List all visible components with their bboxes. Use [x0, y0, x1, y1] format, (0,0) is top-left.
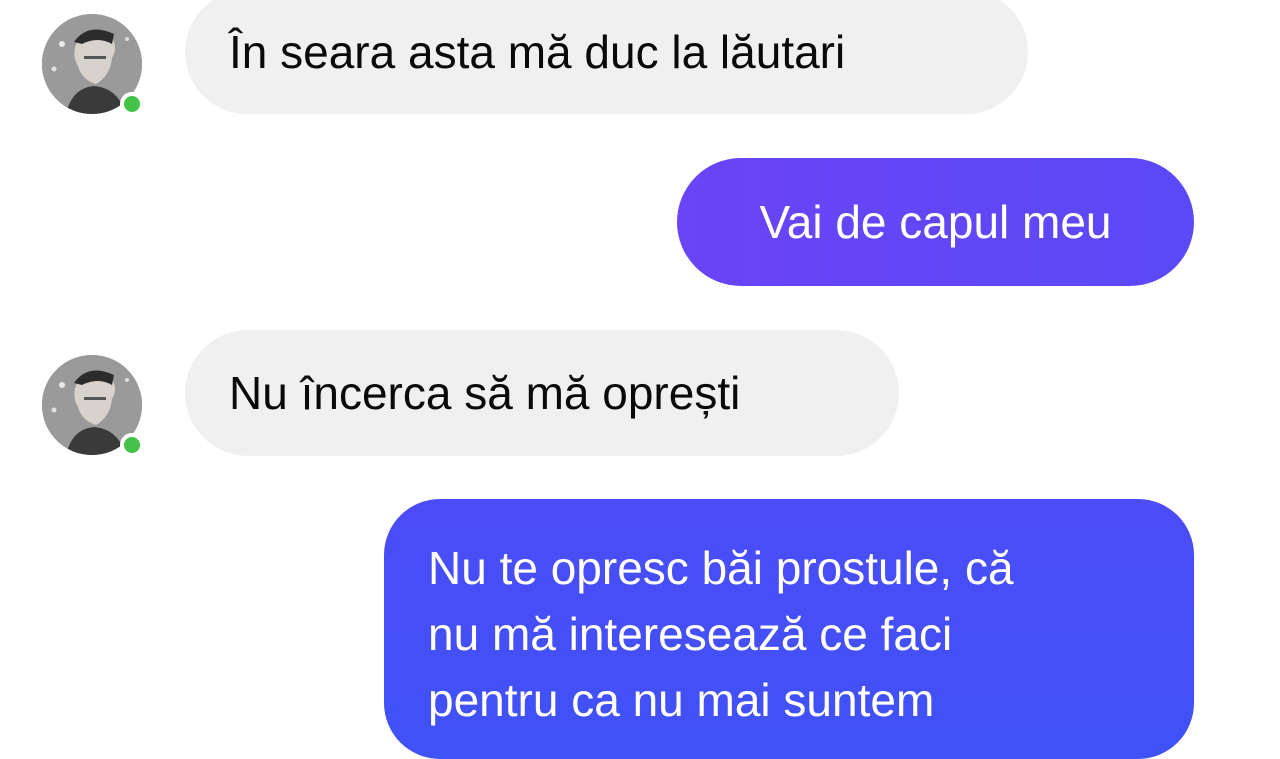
message-bubble-outgoing[interactable]: Vai de capul meu	[677, 158, 1194, 286]
message-bubble-incoming[interactable]: În seara asta mă duc la lăutari	[185, 0, 1028, 114]
message-bubble-outgoing[interactable]: Nu te opresc băi prostule, că nu mă inte…	[384, 499, 1194, 759]
contact-avatar[interactable]	[42, 355, 144, 457]
contact-avatar[interactable]	[42, 14, 144, 116]
message-bubble-incoming[interactable]: Nu încerca să mă oprești	[185, 330, 899, 456]
message-text: Vai de capul meu	[759, 196, 1112, 248]
online-status-indicator	[120, 433, 144, 457]
message-text: Nu încerca să mă oprești	[229, 367, 741, 419]
online-status-indicator	[120, 92, 144, 116]
message-text-line: pentru ca nu mai suntem	[428, 674, 935, 726]
message-text-line: Nu te opresc băi prostule, că	[428, 542, 1014, 594]
message-text-line: nu mă interesează ce faci	[428, 608, 953, 660]
message-text: În seara asta mă duc la lăutari	[229, 26, 846, 78]
